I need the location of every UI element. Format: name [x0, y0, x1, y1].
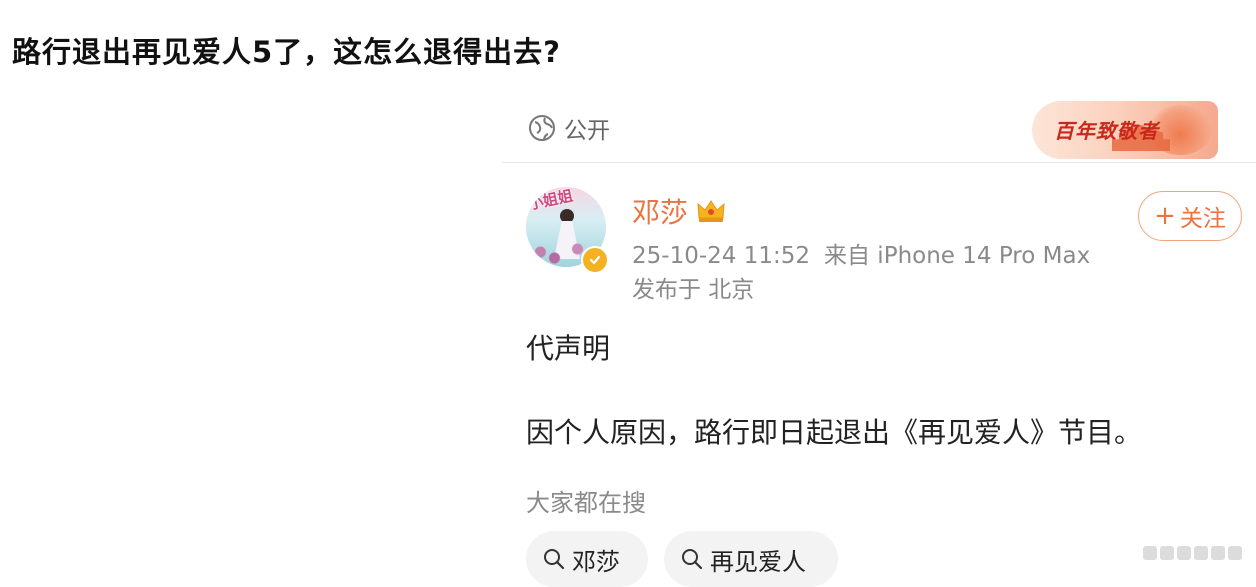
post-content-line-1: 代声明: [526, 332, 611, 365]
chip-label: 再见爱人: [710, 547, 806, 576]
more-dot: [1194, 546, 1208, 560]
plus-icon: +: [1154, 201, 1176, 231]
visibility-indicator: 公开: [528, 109, 610, 147]
verified-icon: [581, 246, 609, 274]
globe-icon: [529, 115, 555, 141]
visibility-label: 公开: [564, 118, 610, 144]
more-dot: [1228, 546, 1242, 560]
post-location: 发布于 北京: [632, 277, 755, 303]
promo-banner[interactable]: 百年致敬者: [1032, 101, 1218, 159]
crown-icon: [697, 200, 725, 222]
divider: [502, 162, 1256, 163]
post-content-line-2: 因个人原因，路行即日起退出《再见爱人》节目。: [526, 416, 1143, 449]
search-icon: [544, 549, 565, 570]
follow-label: 关注: [1179, 206, 1226, 232]
more-dot: [1160, 546, 1174, 560]
more-dot: [1211, 546, 1225, 560]
avatar-figure-head: [560, 209, 574, 223]
author-row: 邓莎: [632, 191, 726, 231]
more-icon[interactable]: [1143, 546, 1242, 560]
page-title: 路行退出再见爱人5了，这怎么退得出去?: [12, 35, 562, 69]
more-dot: [1143, 546, 1157, 560]
post-meta: 25-10-24 11:52 来自 iPhone 14 Pro Max 发布于 北…: [632, 239, 1090, 307]
weibo-post-card: 公开 百年致敬者 小姐姐 邓莎 25-10-24 11:52 来自 iPhone …: [502, 95, 1256, 587]
more-dot: [1177, 546, 1191, 560]
chip-label: 邓莎: [572, 547, 620, 576]
hot-search-chip[interactable]: 邓莎: [526, 531, 648, 587]
username[interactable]: 邓莎: [632, 191, 688, 231]
post-source: 来自 iPhone 14 Pro Max: [824, 243, 1091, 269]
hot-search-label: 大家都在搜: [526, 489, 646, 517]
post-timestamp: 25-10-24 11:52: [632, 243, 810, 269]
banner-text: 百年致敬者: [1054, 119, 1159, 143]
hot-search-chip[interactable]: 再见爱人: [664, 531, 838, 587]
search-icon: [682, 549, 703, 570]
follow-button[interactable]: + 关注: [1138, 191, 1242, 241]
